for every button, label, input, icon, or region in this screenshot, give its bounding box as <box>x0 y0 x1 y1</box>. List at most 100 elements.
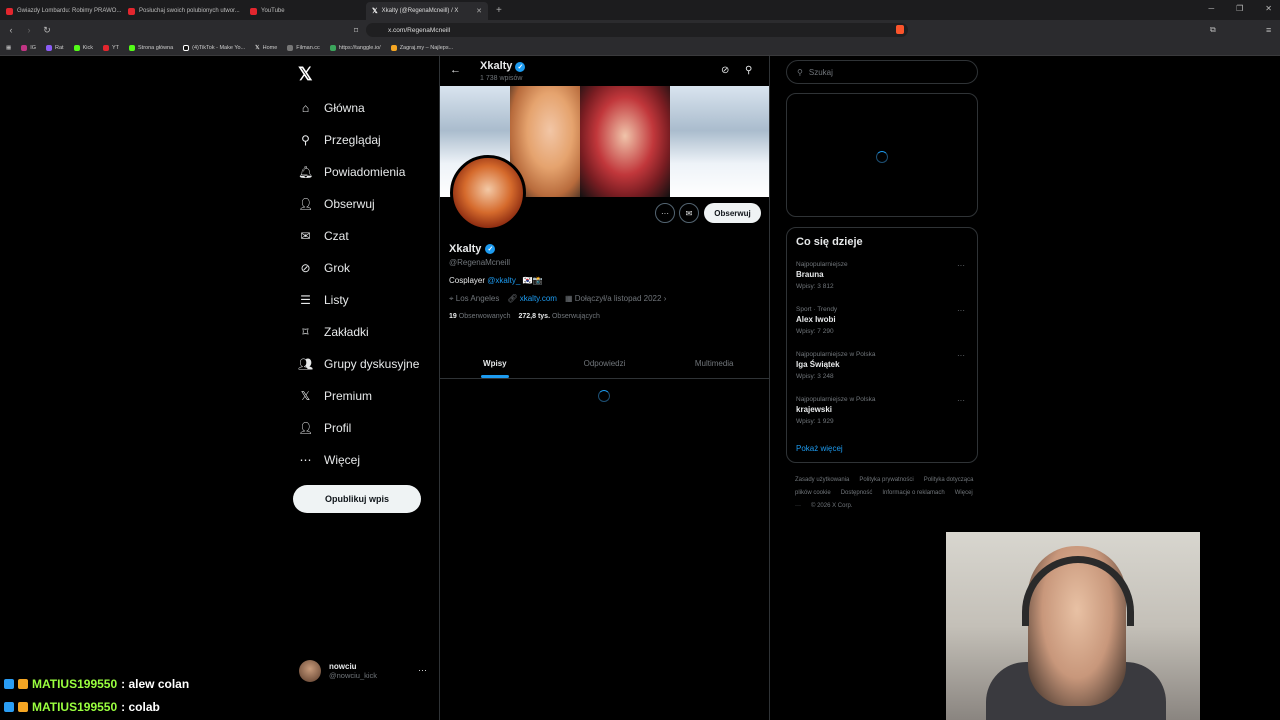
trends-title: Co się dzieje <box>796 236 863 248</box>
tiktok-icon <box>183 44 190 51</box>
more-icon[interactable]: ··· <box>418 665 427 675</box>
browser-tab[interactable]: Posłuchaj swoich polubionych utwor... <box>122 2 244 20</box>
browser-tab-active[interactable]: 𝕏 Xkalty (@RegenaMcneill) / X ✕ <box>366 2 488 20</box>
more-icon[interactable]: ··· <box>957 351 965 360</box>
bio-mention-link[interactable]: @xkalty_ <box>487 276 520 285</box>
sidebar-item-11[interactable]: ⋯ Więcej <box>298 444 419 476</box>
x-logo-icon[interactable]: 𝕏 <box>298 64 313 85</box>
search-icon[interactable]: ⚲ <box>745 65 752 76</box>
search-icon: ⚲ <box>797 67 803 77</box>
browser-tab-bar: Gwiazdy Lombardu: Robimy PRAWO... Posłuc… <box>0 0 1280 20</box>
profile-avatar[interactable] <box>450 155 526 231</box>
sidebar-item-1[interactable]: ⚲ Przeglądaj <box>298 124 419 156</box>
sidebar-item-5[interactable]: ⊘ Grok <box>298 252 419 284</box>
bookmark-item[interactable]: Rat <box>46 44 64 51</box>
youtube-icon <box>128 7 135 15</box>
follow-icon: 👤︎ <box>298 197 314 211</box>
bookmark-page-icon[interactable]: ⌑ <box>354 26 358 35</box>
menu-icon[interactable]: ≡ <box>1266 25 1271 35</box>
followers-link[interactable]: 272,8 tys. Obserwujących <box>519 313 600 320</box>
more-icon[interactable]: ··· <box>957 396 965 405</box>
more-icon: ⋯ <box>299 453 312 467</box>
bookmark-item[interactable]: Zagraj.my – Najleps... <box>390 44 453 51</box>
more-icon[interactable]: ··· <box>957 261 965 270</box>
message-button[interactable]: ✉ <box>679 203 699 223</box>
more-icon: ··· <box>661 208 669 218</box>
more-options-button[interactable]: ··· <box>655 203 675 223</box>
back-arrow-icon[interactable]: ← <box>450 64 461 76</box>
profile-tabs: Wpisy Odpowiedzi Multimedia <box>440 349 769 379</box>
close-icon[interactable]: ✕ <box>1265 4 1272 13</box>
bookmark-item[interactable]: 𝕏 Home <box>255 45 277 51</box>
trend-item[interactable]: Sport · Trendy Alex Iwobi Wpisy: 7 290 ··· <box>796 306 971 335</box>
footer-link[interactable]: Polityka prywatności <box>859 477 913 483</box>
bookmark-item[interactable]: (4)TikTok - Make Yo... <box>183 44 245 51</box>
sidebar-item-4[interactable]: ✉ Czat <box>298 220 419 252</box>
sidebar-item-10[interactable]: 👤︎ Profil <box>298 412 419 444</box>
verified-icon: ✓ <box>485 244 496 254</box>
follow-button[interactable]: Obserwuj <box>704 203 761 223</box>
chat-badge-icon <box>18 679 28 689</box>
trends-panel: Co się dzieje Najpopularniejsze Brauna Wpi… <box>786 227 978 463</box>
minimize-icon[interactable]: ─ <box>1208 4 1214 13</box>
forward-icon[interactable]: › <box>22 25 36 35</box>
sidebar-item-0[interactable]: ⌂ Główna <box>298 92 419 124</box>
location-icon: ⌖ <box>449 294 454 303</box>
bookmark-item[interactable]: IG <box>21 44 36 51</box>
youtube-icon <box>250 7 257 15</box>
more-icon[interactable]: ··· <box>957 306 965 315</box>
sidebar-item-9[interactable]: 𝕏 Premium <box>298 380 419 412</box>
sidebar-item-label: Grupy dyskusyjne <box>324 357 420 371</box>
website-link[interactable]: xkalty.com <box>520 294 557 303</box>
search-input[interactable]: ⚲ Szukaj <box>786 60 978 84</box>
sidebar-item-8[interactable]: 👥︎ Grupy dyskusyjne <box>298 348 419 380</box>
reload-icon[interactable]: ↻ <box>40 25 54 36</box>
apps-icon[interactable]: ▦ <box>6 45 11 51</box>
bookmark-item[interactable]: Kick <box>73 44 93 51</box>
back-icon[interactable]: ‹ <box>4 25 18 35</box>
bookmark-item[interactable]: https://tanggle.io/ <box>329 44 381 51</box>
chat-message: MATIUS199550: alew colan <box>4 677 189 691</box>
url-field[interactable]: x.com/RegenaMcneill <box>366 23 908 37</box>
extensions-icon[interactable]: ⧉ <box>1210 25 1216 35</box>
account-switcher[interactable]: nowciu @nowciu_kick <box>299 660 377 682</box>
youtube-icon <box>6 7 13 15</box>
footer-link[interactable]: Dostępność <box>841 490 873 496</box>
trend-item[interactable]: Najpopularniejsze Brauna Wpisy: 3 812 ··· <box>796 261 971 290</box>
bookmark-item[interactable]: Strona główna <box>129 44 173 51</box>
bookmark-item[interactable]: Filman.cc <box>287 44 320 51</box>
sidebar-item-7[interactable]: ⌑ Zakładki <box>298 316 419 348</box>
display-name: Xkalty ✓ <box>449 243 496 255</box>
tab-posts[interactable]: Wpisy <box>440 349 550 378</box>
calendar-icon: ▦ <box>564 294 573 303</box>
link-icon: 🔗︎ <box>507 294 518 303</box>
sidebar-item-3[interactable]: 👤︎ Obserwuj <box>298 188 419 220</box>
sidebar-item-label: Listy <box>324 293 349 307</box>
follow-counts: 19 Obserwowanych 272,8 tys. Obserwującyc… <box>449 313 600 320</box>
close-tab-icon[interactable]: ✕ <box>476 7 482 15</box>
footer-link[interactable]: Informacje o reklamach <box>882 490 944 496</box>
sidebar-item-6[interactable]: ☰ Listy <box>298 284 419 316</box>
following-link[interactable]: 19 Obserwowanych <box>449 313 511 320</box>
grok-icon[interactable]: ⊘ <box>721 65 729 76</box>
brave-shield-icon[interactable] <box>896 25 904 34</box>
browser-tab[interactable]: YouTube <box>244 2 366 20</box>
profile-bio: Cosplayer @xkalty_ 🇰🇷📸 <box>449 276 543 285</box>
trend-item[interactable]: Najpopularniejsze w Polska Iga Świątek Wpi… <box>796 351 971 380</box>
post-button[interactable]: Opublikuj wpis <box>293 485 421 513</box>
footer-link[interactable]: © 2026 X Corp. <box>811 503 852 509</box>
footer-links: Zasady użytkowania Polityka prywatności Po… <box>795 474 980 513</box>
trend-item[interactable]: Najpopularniejsze w Polska krajewski Wpisy… <box>796 396 971 425</box>
tab-media[interactable]: Multimedia <box>659 349 769 378</box>
tab-replies[interactable]: Odpowiedzi <box>550 349 660 378</box>
sidebar-item-2[interactable]: 🔔︎ Powiadomienia <box>298 156 419 188</box>
new-tab-button[interactable]: + <box>488 5 510 16</box>
show-more-link[interactable]: Pokaż więcej <box>796 444 843 453</box>
account-handle: @nowciu_kick <box>329 671 378 680</box>
footer-link[interactable]: Zasady użytkowania <box>795 477 849 483</box>
browser-tab[interactable]: Gwiazdy Lombardu: Robimy PRAWO... <box>0 2 122 20</box>
restore-icon[interactable]: ❐ <box>1236 4 1243 13</box>
placeholder-panel <box>786 93 978 217</box>
sidebar-item-label: Czat <box>324 229 349 243</box>
bookmark-item[interactable]: YT <box>102 44 119 51</box>
